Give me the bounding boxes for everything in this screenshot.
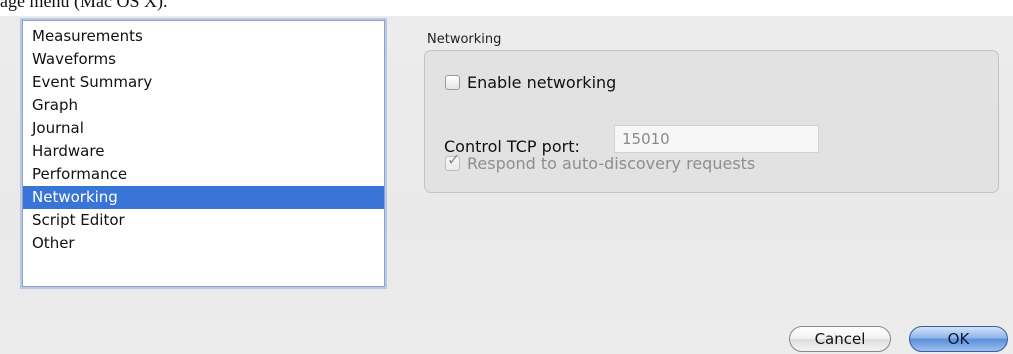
caption-text: age menu (Mac OS X). — [0, 0, 168, 11]
category-item-performance[interactable]: Performance — [23, 163, 384, 186]
preferences-dialog: Measurements Waveforms Event Summary Gra… — [0, 16, 1013, 354]
auto-discovery-row[interactable]: ✓ Respond to auto-discovery requests — [445, 152, 755, 173]
networking-group-title: Networking — [427, 32, 502, 47]
category-item-hardware[interactable]: Hardware — [23, 140, 384, 163]
enable-networking-row[interactable]: Enable networking — [445, 73, 616, 92]
category-item-graph[interactable]: Graph — [23, 94, 384, 117]
category-item-script-editor[interactable]: Script Editor — [23, 209, 384, 232]
category-item-event-summary[interactable]: Event Summary — [23, 71, 384, 94]
category-list[interactable]: Measurements Waveforms Event Summary Gra… — [22, 20, 385, 287]
auto-discovery-checkbox[interactable]: ✓ — [445, 152, 460, 171]
category-item-other[interactable]: Other — [23, 232, 384, 255]
enable-networking-checkbox[interactable] — [445, 75, 460, 90]
document-caption: age menu (Mac OS X). — [0, 0, 1013, 16]
checkmark-icon: ✓ — [447, 150, 461, 169]
category-item-journal[interactable]: Journal — [23, 117, 384, 140]
cancel-button[interactable]: Cancel — [789, 326, 891, 352]
enable-networking-label[interactable]: Enable networking — [467, 73, 616, 92]
category-item-measurements[interactable]: Measurements — [23, 25, 384, 48]
control-tcp-port-input[interactable] — [614, 125, 819, 153]
category-item-networking[interactable]: Networking — [23, 186, 384, 209]
category-item-waveforms[interactable]: Waveforms — [23, 48, 384, 71]
auto-discovery-label[interactable]: Respond to auto-discovery requests — [467, 154, 755, 173]
ok-button[interactable]: OK — [909, 326, 1008, 352]
